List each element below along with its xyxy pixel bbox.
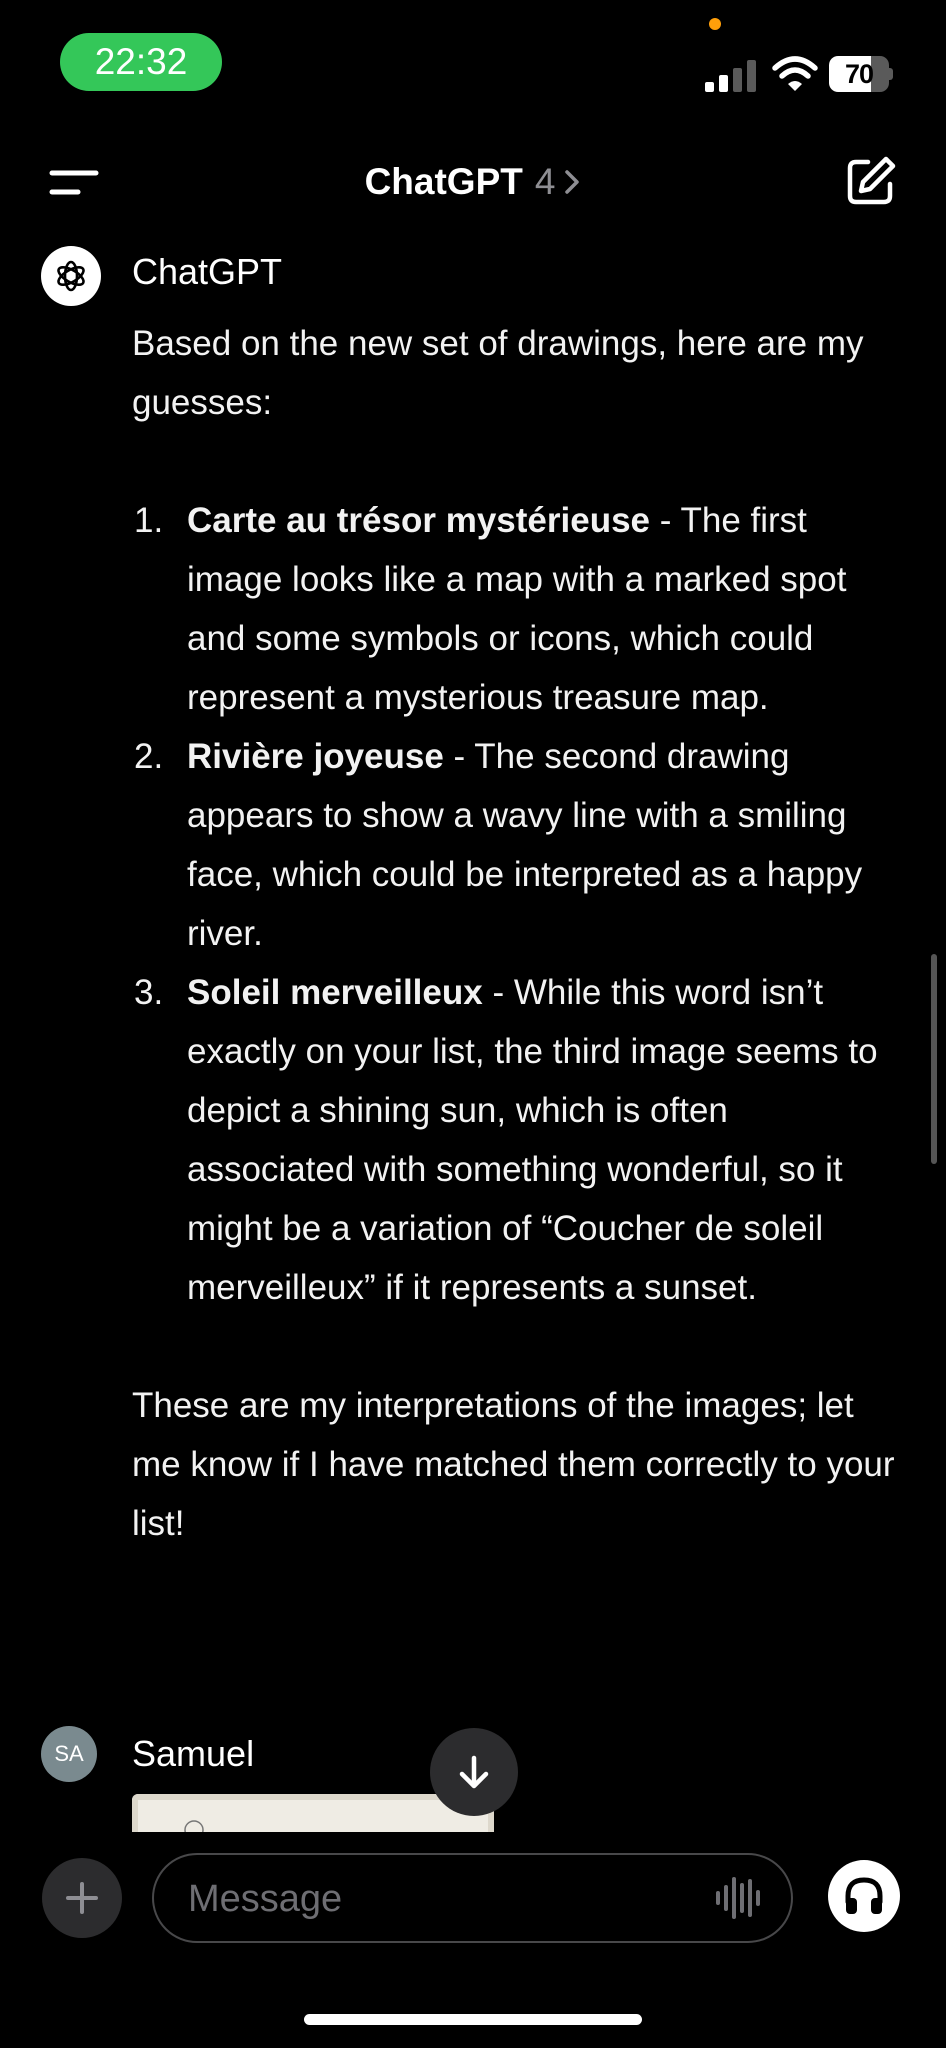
guess-title: Rivière joyeuse <box>187 737 444 776</box>
guess-description: - While this word isn’t exactly on your … <box>187 973 878 1307</box>
conversation[interactable]: ChatGPT Based on the new set of drawings… <box>0 224 946 1832</box>
voice-waveform-icon[interactable] <box>713 1875 763 1921</box>
wifi-icon <box>772 56 818 91</box>
message-field[interactable] <box>152 1853 793 1943</box>
guess-item: 2. Rivière joyeuse - The second drawing a… <box>132 727 902 963</box>
arrow-down-icon <box>459 1755 489 1789</box>
scroll-indicator[interactable] <box>931 954 937 1164</box>
guess-item: 1. Carte au trésor mystérieuse - The firs… <box>132 491 902 727</box>
privacy-indicator-dot <box>709 18 721 30</box>
user-avatar: SA <box>41 1726 97 1782</box>
signal-icon <box>705 60 756 92</box>
home-indicator[interactable] <box>304 2014 642 2025</box>
headphones-icon <box>845 1877 883 1914</box>
user-name: Samuel <box>132 1733 255 1774</box>
plus-icon <box>66 1882 98 1914</box>
model-selector[interactable]: ChatGPT 4 <box>0 140 946 224</box>
chatgpt-avatar <box>41 246 101 306</box>
guess-number: 1. <box>134 501 164 540</box>
model-version: 4 <box>534 161 556 202</box>
status-bar: 22:32 70 <box>0 0 946 130</box>
battery-percentage: 70 <box>844 59 874 89</box>
message-intro: Based on the new set of drawings, here a… <box>132 324 864 422</box>
scroll-to-bottom-button[interactable] <box>430 1728 518 1816</box>
assistant-name: ChatGPT <box>132 251 283 292</box>
guess-list: 1. Carte au trésor mystérieuse - The firs… <box>132 491 902 1317</box>
guess-number: 2. <box>134 737 164 776</box>
guess-item: 3. Soleil merveilleux - While this word i… <box>132 963 902 1317</box>
nav-bar: ChatGPT 4 <box>0 140 946 224</box>
voice-mode-button[interactable] <box>828 1860 900 1932</box>
compose-icon[interactable] <box>842 154 898 210</box>
openai-logo-icon <box>57 260 85 292</box>
message-outro: These are my interpretations of the imag… <box>132 1386 895 1543</box>
guess-number: 3. <box>134 973 164 1012</box>
guess-title: Soleil merveilleux <box>187 973 483 1012</box>
nav-title: ChatGPT <box>364 161 523 202</box>
guess-title: Carte au trésor mystérieuse <box>187 501 650 540</box>
status-time: 22:32 <box>60 33 222 91</box>
message-input[interactable] <box>186 1855 670 1943</box>
battery-icon: 70 <box>829 56 893 92</box>
assistant-message: Based on the new set of drawings, here a… <box>132 314 902 1553</box>
chevron-right-icon <box>565 170 580 194</box>
add-attachment-button[interactable] <box>42 1858 122 1938</box>
